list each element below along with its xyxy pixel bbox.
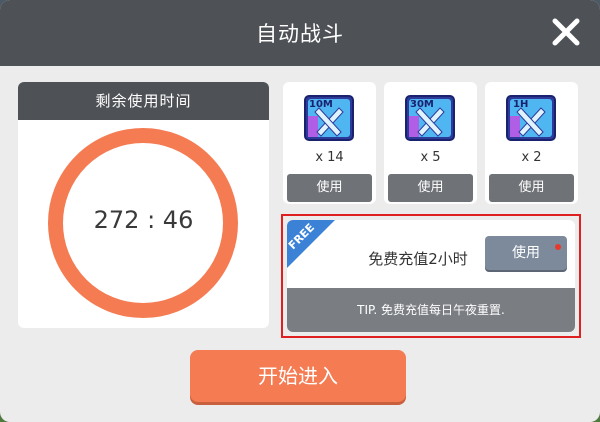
remaining-time-header: 剩余使用时间 (18, 82, 269, 120)
item-icon-label: 1H (513, 99, 528, 110)
item-icon-label: 30M (410, 99, 434, 110)
sword-ticket-icon[interactable]: 10M (303, 94, 355, 142)
item-card-1h: 1H x 2 使用 (485, 82, 578, 204)
dialog-title: 自动战斗 (256, 22, 344, 46)
item-count: x 14 (315, 150, 344, 165)
free-recharge-panel: FREE 免费充值2小时 使用 TIP. 免费充值每日午夜重置. (287, 220, 575, 332)
remaining-time-panel: 剩余使用时间 272 : 46 (18, 82, 269, 328)
sword-ticket-icon[interactable]: 1H (505, 94, 557, 142)
item-count: x 5 (420, 150, 441, 165)
use-10m-button[interactable]: 使用 (287, 174, 372, 202)
free-recharge-highlight: FREE 免费充值2小时 使用 TIP. 免费充值每日午夜重置. (281, 214, 581, 338)
auto-battle-dialog: 自动战斗 剩余使用时间 272 : 46 10M x 14 使用 30M x 5… (0, 0, 600, 422)
start-button[interactable]: 开始进入 (190, 350, 406, 402)
dialog-header: 自动战斗 (0, 0, 600, 66)
use-1h-button[interactable]: 使用 (489, 174, 574, 202)
item-icon-label: 10M (309, 99, 333, 110)
item-count: x 2 (521, 150, 542, 165)
close-icon[interactable] (548, 14, 584, 50)
sword-ticket-icon[interactable]: 30M (404, 94, 456, 142)
free-recharge-label: 免费充值2小时 (368, 250, 468, 268)
tip-bar: TIP. 免费充值每日午夜重置. (287, 288, 575, 332)
item-card-10m: 10M x 14 使用 (283, 82, 376, 204)
free-use-button[interactable]: 使用 (485, 236, 567, 270)
free-ribbon: FREE (287, 220, 335, 268)
notification-dot (555, 244, 561, 250)
item-card-30m: 30M x 5 使用 (384, 82, 477, 204)
use-30m-button[interactable]: 使用 (388, 174, 473, 202)
remaining-time-value: 272 : 46 (93, 206, 194, 234)
